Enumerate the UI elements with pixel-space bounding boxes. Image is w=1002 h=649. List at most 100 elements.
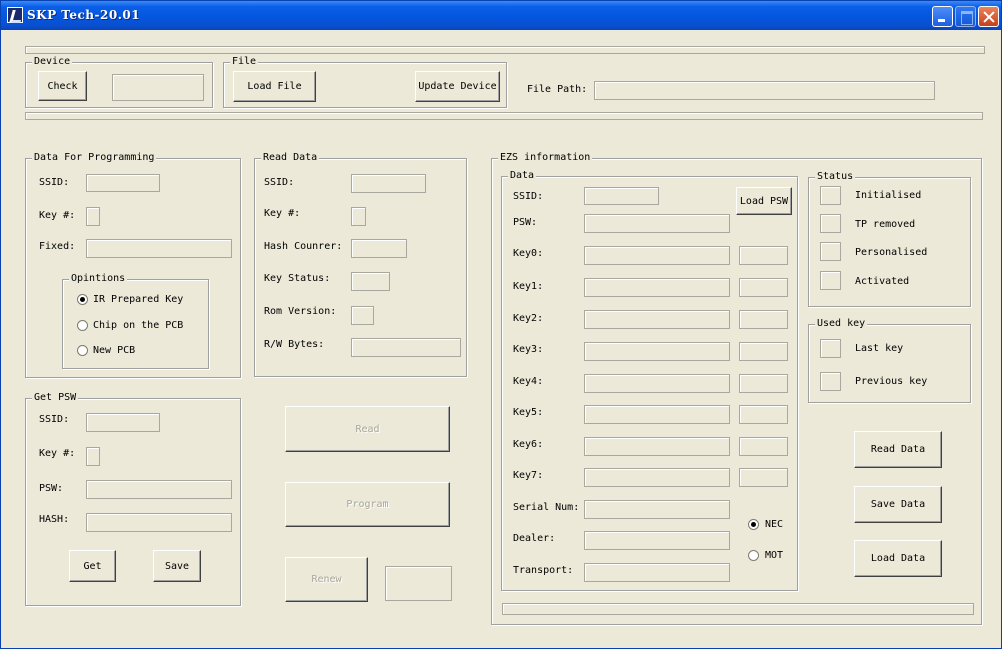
key4-small-field [739, 374, 788, 393]
programming-key-field[interactable] [86, 207, 100, 226]
nec-radio[interactable] [748, 519, 759, 530]
key3-field [584, 342, 730, 361]
personalised-label: Personalised [855, 247, 928, 258]
program-button[interactable]: Program [285, 482, 450, 527]
device-status-field [112, 74, 204, 101]
options-group: Opintions IR Prepared Key Chip on the PC… [62, 273, 209, 369]
load-psw-button[interactable]: Load PSW [736, 187, 792, 215]
key5-small-field [739, 405, 788, 424]
ezs-psw-label: PSW: [513, 217, 538, 228]
key6-label: Key6: [513, 439, 544, 450]
get-psw-psw-label: PSW: [39, 483, 64, 494]
nec-label[interactable]: NEC [765, 519, 783, 531]
key1-field [584, 278, 730, 297]
get-psw-ssid-label: SSID: [39, 414, 70, 425]
file-path-label: File Path: [527, 84, 588, 95]
key1-label: Key1: [513, 281, 544, 292]
key0-field [584, 246, 730, 265]
maximize-button [955, 6, 976, 27]
key2-label: Key2: [513, 313, 544, 324]
update-device-button[interactable]: Update Device [415, 71, 500, 102]
options-legend: Opintions [69, 273, 128, 285]
get-psw-hash-field [86, 513, 232, 532]
window-title: SKP Tech-20.01 [27, 8, 141, 22]
transport-label: Transport: [513, 565, 574, 576]
key-number-label: Key #: [39, 210, 76, 221]
previous-key-label: Previous key [855, 376, 928, 387]
dealer-label: Dealer: [513, 533, 556, 544]
mot-radio[interactable] [748, 550, 759, 561]
load-data-button[interactable]: Load Data [854, 540, 942, 577]
save-psw-button[interactable]: Save [153, 550, 201, 582]
close-button[interactable] [978, 6, 999, 27]
get-psw-psw-field [86, 480, 232, 499]
key7-field [584, 468, 730, 487]
key5-field [584, 405, 730, 424]
last-key-indicator [820, 339, 841, 358]
option-ir-prepared-key-label[interactable]: IR Prepared Key [93, 294, 183, 306]
get-psw-key-label: Key #: [39, 448, 76, 459]
file-path-field [594, 81, 935, 100]
load-file-button[interactable]: Load File [233, 71, 316, 102]
key6-small-field [739, 437, 788, 456]
read-button[interactable]: Read [285, 406, 450, 452]
get-button[interactable]: Get [69, 550, 116, 582]
programming-fixed-field[interactable] [86, 239, 232, 258]
ezs-ssid-field [584, 187, 659, 205]
option-new-pcb-radio[interactable] [77, 345, 88, 356]
key2-field [584, 310, 730, 329]
personalised-indicator [820, 242, 841, 261]
read-ssid-field [351, 174, 426, 193]
read-data-button[interactable]: Read Data [854, 431, 942, 468]
key0-label: Key0: [513, 248, 544, 259]
key6-field [584, 437, 730, 456]
key7-small-field [739, 468, 788, 487]
key3-label: Key3: [513, 344, 544, 355]
option-chip-on-pcb-label[interactable]: Chip on the PCB [93, 320, 183, 332]
save-data-button[interactable]: Save Data [854, 486, 942, 523]
device-legend: Device [32, 56, 73, 68]
get-psw-legend: Get PSW [32, 392, 79, 404]
activated-indicator [820, 271, 841, 290]
key0-small-field [739, 246, 788, 265]
get-psw-ssid-field[interactable] [86, 413, 160, 432]
tp-removed-indicator [820, 214, 841, 233]
key-status-field [351, 272, 390, 291]
get-psw-key-field[interactable] [86, 447, 100, 466]
title-bar[interactable]: SKP Tech-20.01 [1, 1, 1001, 30]
file-progress-bar [25, 112, 983, 120]
serial-num-label: Serial Num: [513, 502, 580, 513]
tp-removed-label: TP removed [855, 219, 916, 230]
main-window: SKP Tech-20.01 Device Check File Load Fi… [0, 0, 1002, 649]
get-psw-group: Get PSW SSID: Key #: PSW: HASH: Get Save [25, 392, 241, 606]
key7-label: Key7: [513, 470, 544, 481]
rom-version-field [351, 306, 374, 325]
check-button[interactable]: Check [38, 71, 87, 101]
ezs-psw-field [584, 214, 730, 233]
previous-key-indicator [820, 372, 841, 391]
used-key-group: Used key Last key Previous key [808, 318, 971, 403]
hash-counter-label: Hash Counrer: [264, 241, 343, 252]
renew-button[interactable]: Renew [285, 557, 368, 602]
read-data-group: Read Data SSID: Key #: Hash Counrer: Key… [254, 152, 467, 377]
transport-field [584, 563, 730, 582]
key5-label: Key5: [513, 407, 544, 418]
hash-counter-field [351, 239, 407, 258]
key1-small-field [739, 278, 788, 297]
programming-ssid-field[interactable] [86, 174, 160, 192]
option-chip-on-pcb-radio[interactable] [77, 320, 88, 331]
ezs-information-group: EZS information Data SSID: Load PSW PSW:… [491, 152, 982, 625]
rom-version-label: Rom Version: [264, 306, 337, 317]
serial-num-field [584, 500, 730, 519]
key4-field [584, 374, 730, 393]
rw-bytes-field [351, 338, 461, 357]
option-new-pcb-label[interactable]: New PCB [93, 345, 135, 357]
file-legend: File [230, 56, 259, 68]
minimize-button[interactable] [932, 6, 953, 27]
app-icon [7, 7, 23, 23]
read-key-field [351, 207, 366, 226]
option-ir-prepared-key-radio[interactable] [77, 294, 88, 305]
mot-label[interactable]: MOT [765, 550, 783, 562]
ezs-progress-bar [502, 603, 974, 615]
read-data-legend: Read Data [261, 152, 320, 164]
